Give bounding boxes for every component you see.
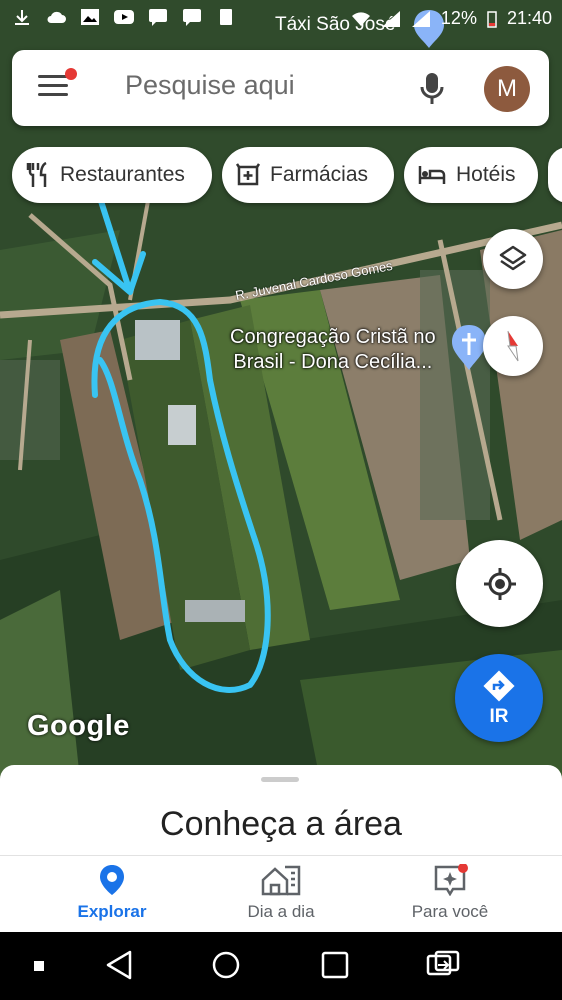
back-icon[interactable] [104, 949, 134, 981]
chip-hotels[interactable]: Hotéis [404, 147, 538, 203]
nav-label: Dia a dia [247, 902, 315, 921]
chip-label: Farmácias [270, 163, 369, 186]
sparkle-chat-icon [434, 864, 468, 896]
avatar[interactable]: M [484, 66, 530, 112]
youtube-icon [114, 10, 134, 24]
nav-explore[interactable]: Explorar [32, 864, 192, 922]
system-navigation-bar [0, 932, 562, 1000]
dot-icon [34, 961, 44, 971]
my-location-button[interactable] [456, 540, 543, 627]
chip-pharmacies[interactable]: Farmácias [222, 147, 394, 203]
place-label-line2: Brasil - Dona Cecília... [233, 351, 433, 373]
layers-button[interactable] [483, 229, 543, 289]
compass-icon [507, 330, 519, 362]
sheet-title: Conheça a área [160, 805, 402, 843]
nav-label: Explorar [77, 902, 147, 921]
search-bar[interactable]: Pesquise aqui M [12, 50, 549, 126]
go-label: IR [489, 706, 509, 727]
place-label[interactable]: Congregação Cristã no Brasil - Dona Cecí… [230, 325, 436, 375]
battery-percent: 12% [440, 8, 477, 28]
pharmacy-icon [236, 163, 260, 186]
place-label-line1: Congregação Cristã no [230, 326, 436, 348]
image-icon [81, 9, 99, 25]
nav-commute[interactable]: Dia a dia [201, 864, 361, 922]
chip-restaurants[interactable]: Restaurantes [12, 147, 212, 203]
directions-icon [483, 670, 515, 702]
fork-knife-icon [26, 162, 47, 187]
chip-label: Hotéis [456, 163, 516, 186]
notification-dot [65, 68, 77, 80]
home-work-icon [261, 865, 301, 896]
mic-icon[interactable] [420, 72, 444, 106]
location-pin-icon [100, 865, 124, 895]
message-icon-2 [183, 9, 201, 26]
message-icon [149, 9, 167, 26]
sim-icon [220, 9, 232, 25]
google-logo: Google [27, 710, 130, 742]
chip-label: Restaurantes [60, 163, 185, 186]
sheet-handle[interactable] [261, 777, 299, 782]
go-button[interactable]: IR [455, 654, 543, 742]
my-location-icon [483, 567, 516, 600]
bottom-navigation: Explorar Dia a dia Para você [0, 855, 562, 933]
cloud-icon [47, 11, 66, 23]
recents-icon[interactable] [320, 950, 350, 980]
home-icon[interactable] [211, 950, 241, 980]
download-icon [15, 10, 29, 25]
bottom-sheet[interactable]: Conheça a área [0, 765, 562, 865]
battery-icon [487, 10, 497, 28]
nav-label: Para você [411, 902, 489, 921]
switch-app-icon[interactable] [426, 950, 460, 980]
layers-icon [499, 245, 527, 271]
signal-icon-2 [411, 10, 430, 27]
status-bar: Táxi São José 12% 21:40 [0, 0, 562, 40]
clock: 21:40 [506, 8, 552, 28]
bed-icon [418, 166, 446, 184]
wifi-icon [351, 11, 370, 26]
compass-button[interactable] [483, 316, 543, 376]
nav-for-you[interactable]: Para você [370, 864, 530, 922]
search-input[interactable]: Pesquise aqui [125, 70, 295, 101]
signal-icon [381, 10, 400, 27]
